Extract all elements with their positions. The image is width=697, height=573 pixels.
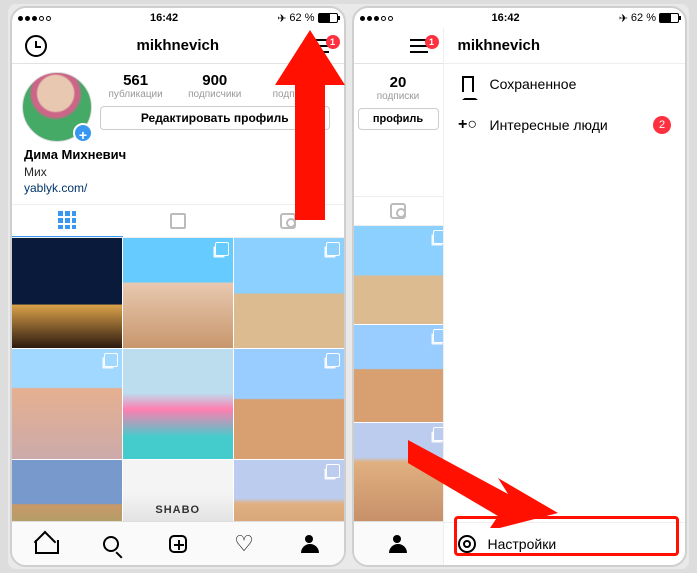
left-phone: 16:42 ✈︎ 62 % mikhnevich 1 + xyxy=(10,6,346,567)
profile-peek[interactable]: 1 20 подписки профиль xyxy=(354,28,444,565)
profile-bio-text: Мих xyxy=(24,164,332,180)
tab-profile[interactable] xyxy=(277,522,343,565)
photo-thumbnail[interactable] xyxy=(123,460,233,521)
user-icon xyxy=(389,535,407,553)
photo-thumbnail[interactable] xyxy=(354,325,444,423)
battery-pct: 62 % xyxy=(631,12,656,24)
multi-icon xyxy=(215,242,229,256)
edit-profile-button-peek[interactable]: профиль xyxy=(358,108,439,130)
tab-activity[interactable]: ♡ xyxy=(211,522,277,565)
menu-badge: 1 xyxy=(326,35,340,49)
right-phone: 16:42 ✈︎ 62 % 1 20 подписки xyxy=(352,6,688,567)
multi-icon xyxy=(433,427,443,441)
add-story-icon[interactable]: + xyxy=(73,123,93,143)
photo-thumbnail[interactable] xyxy=(234,460,344,521)
stat-following[interactable]: 20 подписки xyxy=(254,72,333,100)
edit-profile-button[interactable]: Редактировать профиль xyxy=(100,106,330,130)
photo-thumbnail[interactable] xyxy=(354,423,444,521)
photo-thumbnail[interactable] xyxy=(234,349,344,459)
profile-summary: + 561 публикации 900 подписчики 20 подпи… xyxy=(12,64,344,146)
add-icon xyxy=(169,535,187,553)
status-time: 16:42 xyxy=(393,12,619,24)
stat-followers[interactable]: 900 подписчики xyxy=(175,72,254,100)
tab-grid[interactable] xyxy=(12,205,123,237)
photo-thumbnail[interactable] xyxy=(354,226,444,324)
stat-posts[interactable]: 561 публикации xyxy=(96,72,175,100)
menu-item-saved[interactable]: Сохраненное xyxy=(444,64,686,104)
tab-profile[interactable] xyxy=(354,522,443,565)
history-button[interactable] xyxy=(20,35,52,57)
tab-new[interactable] xyxy=(145,522,211,565)
stat-following[interactable]: 20 подписки xyxy=(354,74,443,102)
multi-icon xyxy=(433,329,443,343)
signal-icon xyxy=(18,16,51,21)
history-icon xyxy=(25,35,47,57)
annotation-highlight-settings xyxy=(454,516,679,556)
statusbar: 16:42 ✈︎ 62 % xyxy=(354,8,686,28)
photo-thumbnail[interactable] xyxy=(123,238,233,348)
tab-tagged-peek[interactable] xyxy=(354,197,443,225)
location-icon: ✈︎ xyxy=(277,12,286,25)
multi-icon xyxy=(326,242,340,256)
home-icon xyxy=(35,534,55,554)
tagged-icon xyxy=(390,203,406,219)
add-person-icon: +○ xyxy=(458,116,477,134)
tab-search[interactable] xyxy=(78,522,144,565)
profile-username: mikhnevich xyxy=(52,37,304,54)
battery-icon xyxy=(318,13,338,23)
menu-username: mikhnevich xyxy=(444,28,686,64)
photo-thumbnail[interactable] xyxy=(12,238,122,348)
search-icon xyxy=(103,536,119,552)
signal-icon xyxy=(360,16,393,21)
menu-badge: 1 xyxy=(425,35,439,49)
tab-home[interactable] xyxy=(12,522,78,565)
menu-item-badge: 2 xyxy=(653,116,671,134)
bookmark-icon xyxy=(462,76,474,92)
profile-display-name: Дима Михневич xyxy=(24,146,332,164)
tab-feed[interactable] xyxy=(123,205,234,237)
menu-item-label: Интересные люди xyxy=(490,117,608,133)
menu-item-discover-people[interactable]: +○ Интересные люди 2 xyxy=(444,104,686,146)
grid-icon xyxy=(58,211,76,229)
location-icon: ✈︎ xyxy=(619,12,628,25)
tab-tagged[interactable] xyxy=(233,205,344,237)
user-icon xyxy=(301,535,319,553)
view-tabs xyxy=(12,204,344,238)
profile-header: mikhnevich 1 xyxy=(12,28,344,64)
battery-icon xyxy=(659,13,679,23)
photo-grid xyxy=(12,238,344,521)
tagged-icon xyxy=(280,213,296,229)
heart-icon: ♡ xyxy=(234,533,254,555)
menu-button[interactable]: 1 xyxy=(403,39,435,53)
multi-icon xyxy=(104,353,118,367)
menu-item-label: Сохраненное xyxy=(490,76,577,92)
statusbar: 16:42 ✈︎ 62 % xyxy=(12,8,344,28)
status-time: 16:42 xyxy=(51,12,277,24)
photo-thumbnail[interactable] xyxy=(12,349,122,459)
profile-link[interactable]: yablyk.com/ xyxy=(24,180,332,196)
photo-thumbnail[interactable] xyxy=(234,238,344,348)
side-menu: mikhnevich Сохраненное +○ Интересные люд… xyxy=(444,28,686,565)
profile-bio: Дима Михневич Мих yablyk.com/ xyxy=(12,146,344,204)
multi-icon xyxy=(326,464,340,478)
photo-thumbnail[interactable] xyxy=(123,349,233,459)
avatar[interactable]: + xyxy=(22,72,92,142)
feed-icon xyxy=(170,213,186,229)
multi-icon xyxy=(326,353,340,367)
menu-button[interactable]: 1 xyxy=(304,39,336,53)
bottom-tabbar: ♡ xyxy=(12,521,344,565)
photo-thumbnail[interactable] xyxy=(12,460,122,521)
multi-icon xyxy=(433,230,443,244)
battery-pct: 62 % xyxy=(289,12,314,24)
